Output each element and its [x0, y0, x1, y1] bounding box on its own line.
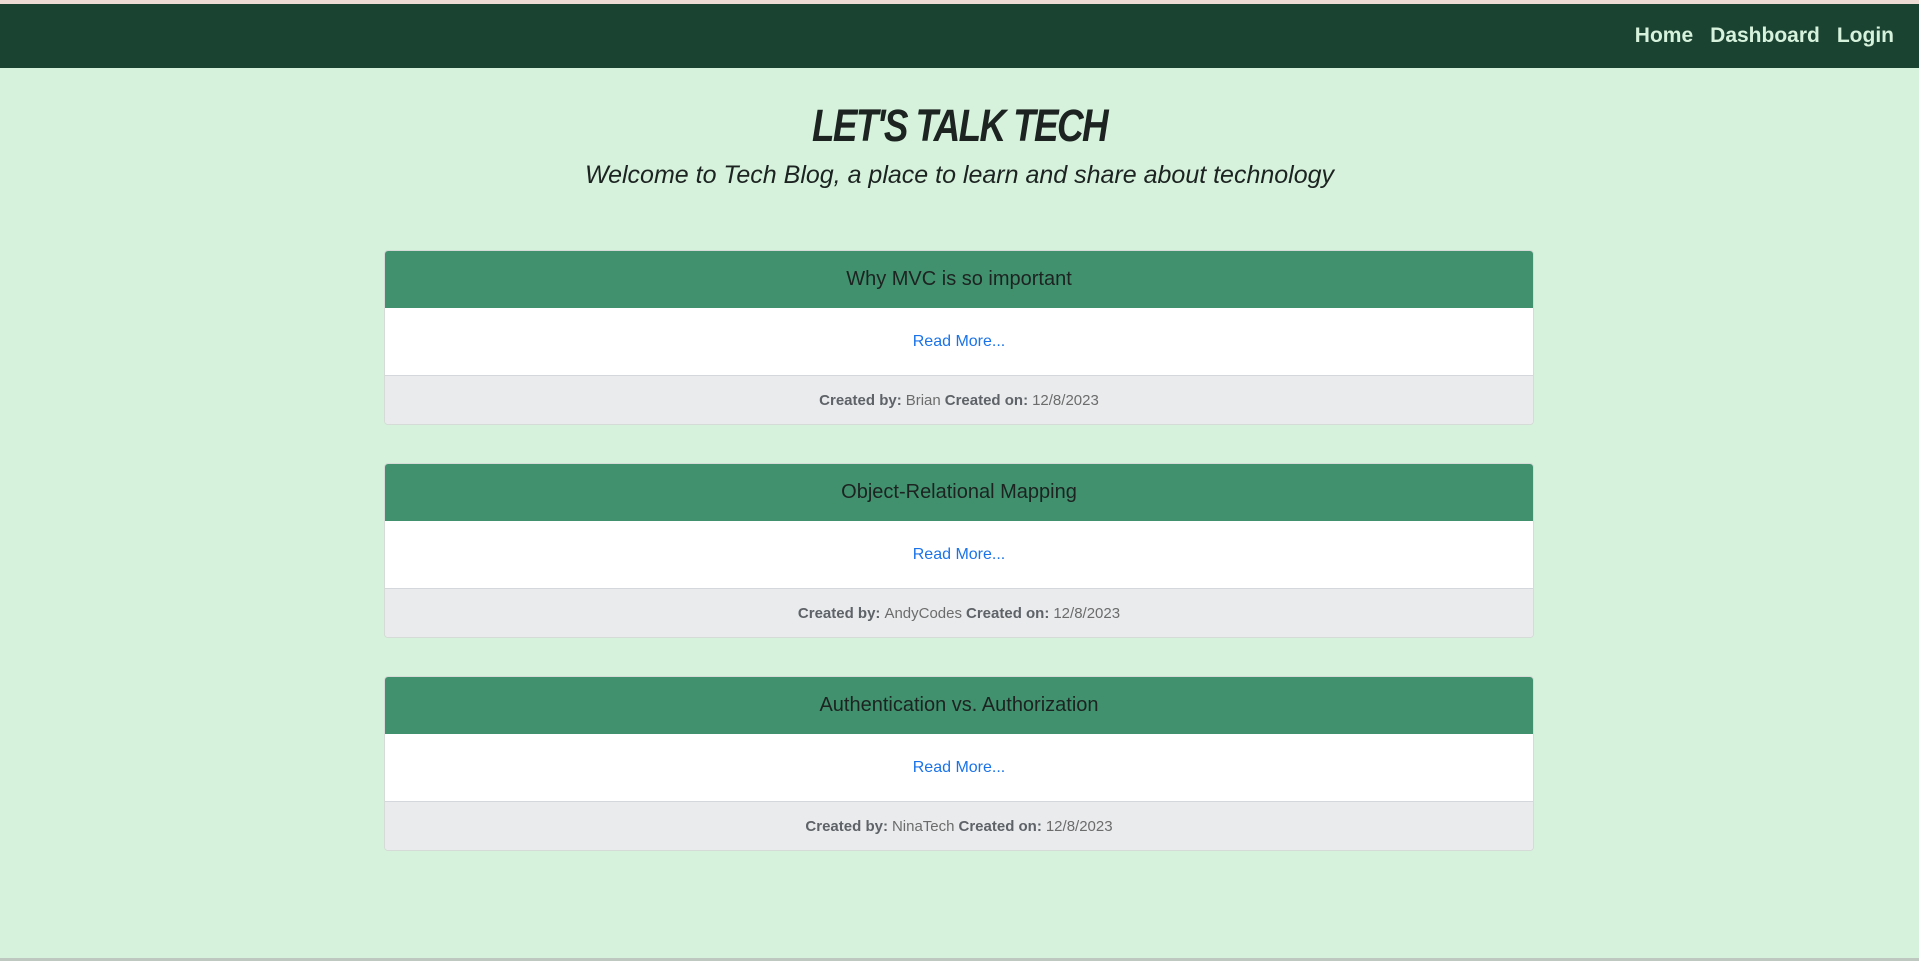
post-card: Authentication vs. Authorization Read Mo… — [384, 676, 1534, 851]
page-subtitle: Welcome to Tech Blog, a place to learn a… — [584, 161, 1335, 189]
post-author: AndyCodes — [884, 604, 962, 622]
read-more-link[interactable]: Read More... — [913, 759, 1005, 777]
post-meta: Created by: NinaTech Created on: 12/8/20… — [385, 801, 1533, 850]
post-author: NinaTech — [891, 817, 955, 835]
post-date: 12/8/2023 — [1045, 817, 1113, 835]
nav-login-link[interactable]: Login — [1837, 24, 1894, 48]
post-title: Why MVC is so important — [385, 251, 1533, 308]
post-date: 12/8/2023 — [1053, 604, 1121, 622]
post-card: Why MVC is so important Read More... Cre… — [384, 250, 1534, 425]
post-title: Object-Relational Mapping — [385, 464, 1533, 521]
post-meta: Created by: AndyCodes Created on: 12/8/2… — [385, 588, 1533, 637]
hero-section: LET'S TALK TECH Welcome to Tech Blog, a … — [0, 97, 1919, 191]
created-by-label: Created by: — [797, 604, 881, 622]
post-card: Object-Relational Mapping Read More... C… — [384, 463, 1534, 638]
created-by-label: Created by: — [805, 817, 888, 835]
post-author: Brian — [905, 391, 941, 409]
created-by-label: Created by: — [819, 391, 902, 409]
read-more-link[interactable]: Read More... — [913, 546, 1005, 564]
nav-links: Home Dashboard Login — [1635, 4, 1894, 68]
nav-home-link[interactable]: Home — [1635, 24, 1693, 48]
nav-dashboard-link[interactable]: Dashboard — [1710, 24, 1820, 48]
top-navbar: Home Dashboard Login — [0, 4, 1919, 68]
read-more-link[interactable]: Read More... — [913, 333, 1005, 351]
created-on-label: Created on: — [966, 604, 1050, 622]
post-date: 12/8/2023 — [1032, 391, 1099, 409]
page-title: LET'S TALK TECH — [811, 100, 1109, 151]
post-body: Read More... — [385, 734, 1533, 801]
created-on-label: Created on: — [958, 817, 1042, 835]
post-body: Read More... — [385, 521, 1533, 588]
post-meta: Created by: Brian Created on: 12/8/2023 — [385, 375, 1533, 424]
created-on-label: Created on: — [944, 391, 1029, 409]
posts-list: Why MVC is so important Read More... Cre… — [384, 250, 1534, 889]
post-title: Authentication vs. Authorization — [385, 677, 1533, 734]
post-body: Read More... — [385, 308, 1533, 375]
